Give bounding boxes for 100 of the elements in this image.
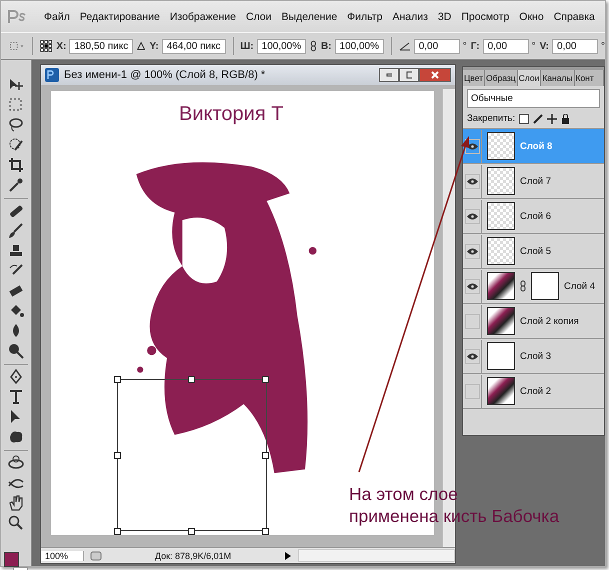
field-label: X: [56, 40, 66, 52]
layer-name: Слой 2 копия [520, 316, 579, 326]
unit-label: ° [601, 40, 606, 52]
lock-icon[interactable] [561, 114, 570, 124]
menu-item[interactable]: Файл [39, 10, 75, 22]
link-icon[interactable] [310, 38, 317, 54]
field-label: В: [320, 40, 332, 52]
field-label: Y: [149, 40, 159, 52]
layer-name: Слой 5 [520, 246, 552, 256]
value-field[interactable]: 100,00% [334, 38, 384, 54]
menu-item[interactable]: Анализ [387, 10, 433, 22]
status-menu-icon[interactable] [90, 550, 102, 560]
zoom-field[interactable]: 100% [41, 550, 84, 560]
visibility-toggle[interactable] [464, 348, 480, 364]
menu-item[interactable]: Слои [240, 10, 277, 22]
text-tool-icon[interactable] [7, 388, 25, 406]
layer-thumbnail [487, 272, 515, 300]
panel-tab[interactable]: Конт [574, 70, 604, 86]
layer-thumbnail [487, 342, 515, 370]
layer-row[interactable]: Слой 4 [463, 269, 604, 304]
reference-point-icon[interactable] [40, 37, 52, 55]
menu-item[interactable]: Справка [548, 10, 600, 22]
panel-tab[interactable]: Слои [518, 70, 542, 86]
eyedropper-tool-icon[interactable] [7, 176, 25, 194]
layer-row[interactable]: Слой 2 [463, 374, 604, 409]
visibility-toggle[interactable] [464, 244, 480, 258]
layer-thumbnail [487, 237, 515, 265]
lock-label: Закрепить: [467, 113, 516, 124]
menu-item[interactable]: Просмотр [456, 10, 514, 22]
horizontal-scrollbar[interactable] [298, 549, 455, 562]
hand-tool-icon[interactable] [7, 494, 25, 512]
panel-tab[interactable]: Каналы [541, 70, 574, 86]
menu-item[interactable]: Редактирование [74, 10, 165, 22]
move-arrows-icon[interactable] [547, 114, 558, 124]
field-label: V: [540, 40, 550, 52]
blend-mode-dropdown[interactable]: Обычные [467, 89, 600, 108]
pen-tool-icon[interactable] [7, 368, 25, 386]
field-label: Ш: [240, 40, 254, 52]
value-field[interactable]: 180,50 пикс [69, 38, 134, 54]
close-icon [430, 71, 440, 79]
layer-name: Слой 3 [520, 350, 552, 362]
value-field[interactable]: 0,00 [552, 38, 598, 54]
close-button[interactable] [419, 68, 451, 82]
lock-transparency-icon[interactable] [519, 114, 530, 124]
brush-icon[interactable] [533, 114, 544, 124]
document-size-text: Док: 878,9K/6,01M [154, 550, 232, 560]
layer-thumbnail [487, 167, 515, 195]
menu-item[interactable]: 3D [432, 10, 456, 22]
layer-row[interactable]: Слой 7 [463, 164, 604, 199]
layer-thumbnail [487, 202, 515, 230]
layer-row[interactable]: Слой 5 [463, 234, 604, 269]
menu-item[interactable]: Окно [514, 10, 549, 22]
eye-icon [466, 282, 478, 290]
play-arrow-icon[interactable] [284, 550, 292, 560]
layer-name: Слой 8 [520, 140, 552, 152]
lasso-tool-icon[interactable] [7, 116, 25, 134]
unit-label: ° [462, 40, 467, 52]
layer-thumbnail [487, 377, 515, 405]
value-field[interactable]: 464,00 пикс [162, 38, 226, 54]
unit-label: ° [532, 40, 536, 52]
eye-icon [466, 212, 478, 220]
value-field[interactable]: 100,00% [256, 38, 306, 54]
menu-item[interactable]: Фильтр [342, 10, 388, 22]
chain-link-icon[interactable] [520, 280, 526, 292]
dodge-tool-icon[interactable] [7, 342, 25, 360]
eye-icon [466, 352, 478, 360]
value-field[interactable]: 0,00 [414, 38, 460, 54]
brush-tool-icon[interactable] [7, 222, 25, 240]
angle-icon [398, 41, 411, 51]
menu-item[interactable]: Выделение [276, 10, 342, 22]
layer-row[interactable]: Слой 3 [463, 339, 604, 374]
zoom-tool-icon[interactable] [7, 514, 25, 532]
document-title: Без имени-1 @ 100% (Слой 8, RGB/8) * [64, 69, 266, 81]
panel-tab[interactable]: Цвет [463, 70, 486, 86]
layer-thumbnail [487, 307, 515, 335]
signature-text: Виктория Т [179, 103, 284, 126]
triangle-icon[interactable] [137, 40, 146, 52]
panel-tab[interactable]: Образц [485, 70, 518, 86]
layer-name: Слой 2 [520, 386, 552, 396]
minimize-icon [386, 72, 392, 78]
layer-row[interactable]: Слой 6 [463, 199, 604, 234]
visibility-toggle[interactable] [464, 278, 480, 294]
layer-name: Слой 7 [520, 176, 552, 186]
foreground-color-swatch[interactable] [4, 552, 19, 568]
layer-thumbnail [487, 132, 515, 160]
visibility-toggle[interactable] [464, 174, 480, 188]
layer-row[interactable]: Слой 2 копия [463, 304, 604, 339]
visibility-toggle[interactable] [464, 208, 480, 224]
menu-item[interactable]: Изображение [164, 10, 241, 22]
maximize-icon [406, 71, 412, 79]
field-label: Г: [470, 40, 480, 52]
minimize-button[interactable] [379, 68, 399, 82]
crop-tool-icon[interactable] [7, 156, 25, 174]
layer-name: Слой 6 [520, 210, 552, 222]
visibility-toggle[interactable] [464, 314, 480, 328]
value-field[interactable]: 0,00 [482, 38, 529, 54]
app-logo-icon [7, 8, 27, 24]
layer-name: Слой 4 [564, 280, 596, 292]
maximize-button[interactable] [399, 68, 419, 82]
visibility-toggle[interactable] [464, 384, 480, 398]
